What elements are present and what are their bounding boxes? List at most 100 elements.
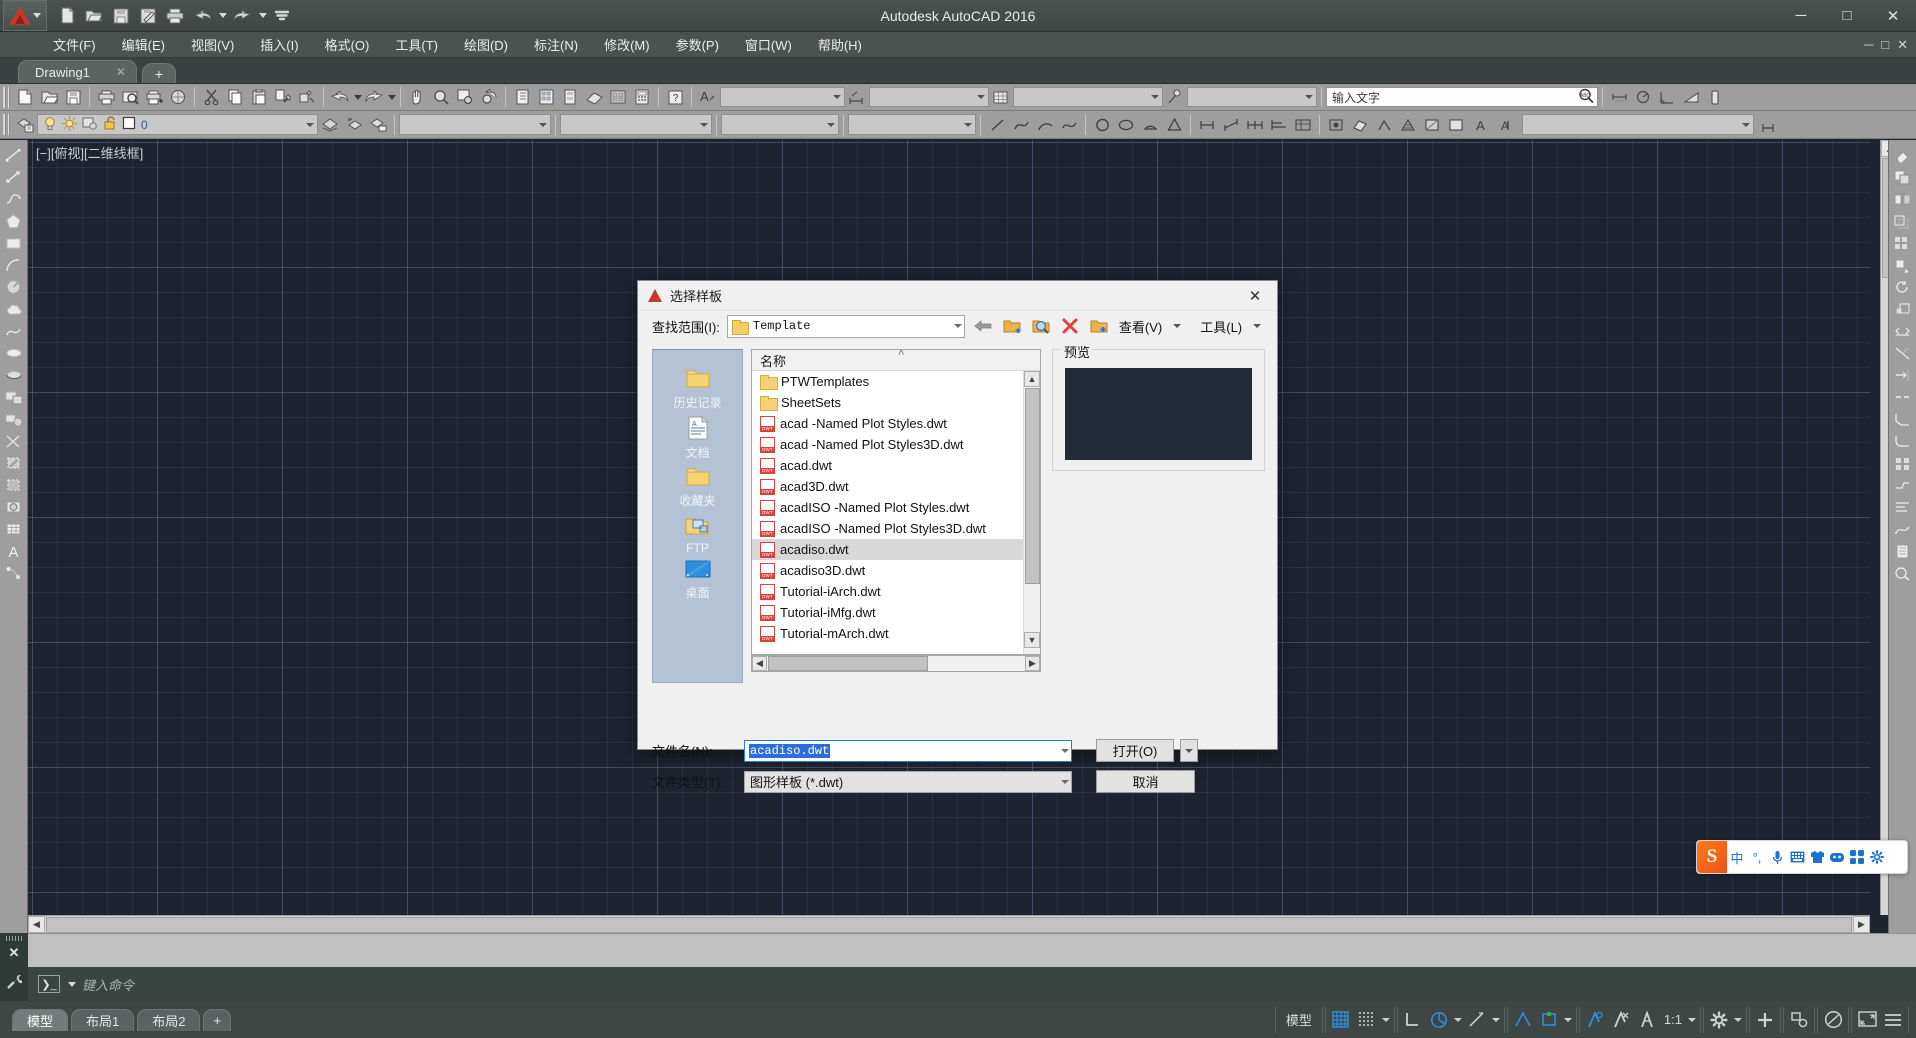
- chevron-down-icon[interactable]: [1380, 1008, 1392, 1032]
- layer-on-icon[interactable]: [43, 116, 57, 134]
- close-icon[interactable]: ✕: [116, 65, 126, 79]
- rotate-tool-icon[interactable]: [1891, 276, 1915, 298]
- layout-tab-model[interactable]: 模型: [12, 1009, 68, 1031]
- undo-dropdown-icon[interactable]: [219, 13, 227, 18]
- zoom-extents-tool-icon[interactable]: [1891, 562, 1915, 584]
- place-item-history[interactable]: 历史记录: [654, 366, 742, 413]
- save-icon[interactable]: [61, 85, 85, 109]
- chevron-down-icon[interactable]: [1061, 749, 1069, 753]
- dim-table-icon[interactable]: [1291, 113, 1315, 137]
- circle-icon[interactable]: [1090, 113, 1114, 137]
- text-style-combo[interactable]: [720, 87, 845, 107]
- scroll-left-button[interactable]: ◀: [28, 916, 45, 933]
- mirror-tool-icon[interactable]: [1891, 188, 1915, 210]
- lineweight-combo[interactable]: [721, 114, 839, 135]
- publish-icon[interactable]: [142, 85, 166, 109]
- list-item[interactable]: Tutorial-iArch.dwt: [752, 581, 1023, 602]
- region-tool-icon[interactable]: [2, 496, 26, 518]
- ellipse-tool-icon[interactable]: [2, 342, 26, 364]
- dim-linear-icon[interactable]: [1195, 113, 1219, 137]
- ime-keyboard-icon[interactable]: [1787, 842, 1807, 872]
- object-snap-tracking-icon[interactable]: [1464, 1008, 1490, 1032]
- gradient-icon[interactable]: [1420, 113, 1444, 137]
- open-button[interactable]: 打开(O): [1096, 739, 1174, 762]
- list-item[interactable]: acad -Named Plot Styles.dwt: [752, 413, 1023, 434]
- single-text-icon[interactable]: A: [1492, 113, 1516, 137]
- isolate-objects-icon[interactable]: [1786, 1008, 1812, 1032]
- angular-dimension-icon[interactable]: [1655, 85, 1679, 109]
- list-item[interactable]: acad -Named Plot Styles3D.dwt: [752, 434, 1023, 455]
- workspace-gear-icon[interactable]: [1706, 1008, 1732, 1032]
- new-icon[interactable]: [55, 4, 79, 28]
- annotation-scale-label[interactable]: 1:1: [1660, 1012, 1686, 1027]
- layout-tab-layout1[interactable]: 布局1: [71, 1009, 134, 1031]
- dim-continue-icon[interactable]: [1243, 113, 1267, 137]
- application-menu-button[interactable]: [3, 0, 47, 31]
- array-tool-icon[interactable]: [1891, 232, 1915, 254]
- region-icon[interactable]: [1444, 113, 1468, 137]
- scroll-down-button[interactable]: ▼: [1024, 632, 1040, 648]
- save-as-icon[interactable]: [136, 4, 160, 28]
- align-tool-icon[interactable]: [1891, 496, 1915, 518]
- snap-mode-icon[interactable]: [1354, 1008, 1380, 1032]
- select-template-dialog[interactable]: 选择样板 ✕ 查找范围(I): Template 查看(V): [637, 280, 1278, 750]
- chevron-down-icon[interactable]: [68, 982, 76, 987]
- plot-preview-icon[interactable]: [118, 85, 142, 109]
- quick-calc-icon[interactable]: [630, 85, 654, 109]
- make-block-icon[interactable]: [1348, 113, 1372, 137]
- sogou-ime-bar[interactable]: S 中 °,: [1696, 840, 1908, 874]
- menu-insert[interactable]: 插入(I): [247, 31, 311, 58]
- list-item[interactable]: acadISO -Named Plot Styles3D.dwt: [752, 518, 1023, 539]
- open-icon[interactable]: [37, 85, 61, 109]
- chevron-down-icon[interactable]: [1490, 1008, 1502, 1032]
- plot-icon[interactable]: [163, 4, 187, 28]
- table-style-icon[interactable]: [989, 85, 1013, 109]
- redo-icon[interactable]: [362, 85, 386, 109]
- text-style-icon[interactable]: A: [696, 85, 720, 109]
- ime-mic-icon[interactable]: [1767, 842, 1787, 872]
- clean-screen-icon[interactable]: [1854, 1008, 1880, 1032]
- hatch-tool-icon[interactable]: [2, 452, 26, 474]
- ortho-icon[interactable]: [1400, 1008, 1426, 1032]
- list-item[interactable]: Tutorial-mArch.dwt: [752, 623, 1023, 644]
- view-menu-button[interactable]: 查看(V): [1117, 317, 1183, 336]
- hardware-accel-icon[interactable]: [1820, 1008, 1846, 1032]
- new-folder-icon[interactable]: [1088, 315, 1110, 337]
- search-web-icon[interactable]: [1030, 315, 1052, 337]
- ime-apps-icon[interactable]: [1847, 842, 1867, 872]
- look-in-combo[interactable]: Template: [727, 315, 965, 338]
- command-drag-handle[interactable]: [6, 936, 22, 941]
- place-item-favorites[interactable]: 收藏夹: [654, 464, 742, 511]
- help-icon[interactable]: ?: [663, 85, 687, 109]
- polygon-tool-icon[interactable]: [2, 210, 26, 232]
- point-tool-icon[interactable]: [2, 430, 26, 452]
- place-item-documents[interactable]: A 文档: [654, 414, 742, 463]
- list-item[interactable]: Tutorial-iMfg.dwt: [752, 602, 1023, 623]
- menu-help[interactable]: 帮助(H): [805, 31, 875, 58]
- grid-display-icon[interactable]: [1328, 1008, 1354, 1032]
- object-snap-icon[interactable]: [1510, 1008, 1536, 1032]
- list-item[interactable]: acad3D.dwt: [752, 476, 1023, 497]
- search-icon[interactable]: ABC: [1578, 88, 1595, 106]
- ellipse-icon[interactable]: [1114, 113, 1138, 137]
- ime-mode-chinese[interactable]: 中: [1727, 842, 1747, 872]
- erase-tool-icon[interactable]: [1891, 144, 1915, 166]
- hatch-icon[interactable]: [1396, 113, 1420, 137]
- dim-baseline-icon[interactable]: [1267, 113, 1291, 137]
- 3dprint-icon[interactable]: [166, 85, 190, 109]
- add-layout-button[interactable]: +: [203, 1009, 231, 1031]
- block-editor-icon[interactable]: [295, 85, 319, 109]
- list-item[interactable]: PTWTemplates: [752, 371, 1023, 392]
- file-name-input[interactable]: acadiso.dwt: [744, 740, 1072, 762]
- polyline-icon[interactable]: [1009, 113, 1033, 137]
- copy-icon[interactable]: [223, 85, 247, 109]
- elliptical-arc-tool-icon[interactable]: [2, 364, 26, 386]
- chamfer-tool-icon[interactable]: [1891, 408, 1915, 430]
- redo-dropdown-icon[interactable]: [388, 95, 396, 100]
- place-item-desktop[interactable]: 桌面: [654, 558, 742, 603]
- add-selected-tool-icon[interactable]: [2, 562, 26, 584]
- dialog-close-button[interactable]: ✕: [1233, 281, 1277, 311]
- break-tool-icon[interactable]: [1891, 386, 1915, 408]
- menu-file[interactable]: 文件(F): [40, 31, 109, 58]
- offset-tool-icon[interactable]: [1891, 210, 1915, 232]
